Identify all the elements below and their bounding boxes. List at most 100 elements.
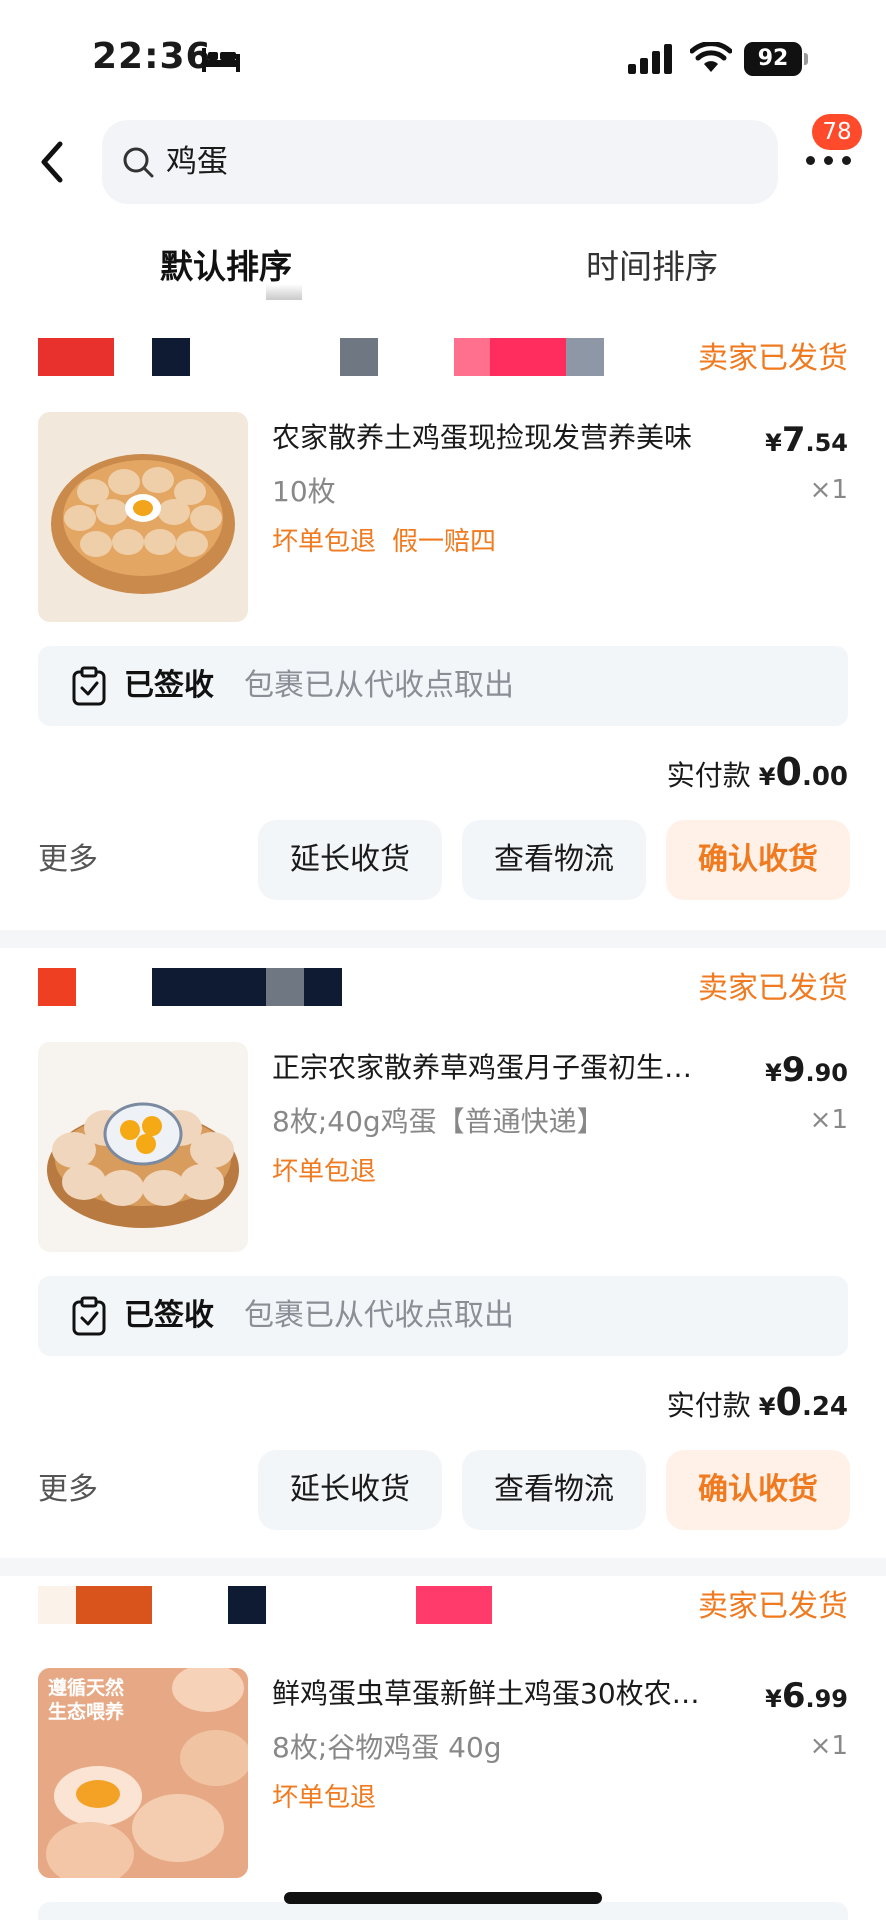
tag-return: 坏单包退	[272, 527, 377, 557]
egg-basket-illustration	[47, 1102, 239, 1228]
price-integer: 6	[781, 1676, 806, 1716]
product-image[interactable]: 遵循天然 生态喂养	[38, 1668, 248, 1878]
status-bar: 22:36 92	[0, 0, 886, 110]
redacted-block	[38, 1586, 76, 1624]
back-arrow-icon[interactable]	[30, 132, 74, 192]
status-time: 22:36	[92, 36, 212, 77]
search-icon	[123, 147, 154, 178]
price-integer: 9	[781, 1050, 806, 1090]
paid-currency: ¥	[758, 1393, 776, 1421]
order-separator	[0, 930, 886, 948]
extend-receipt-button[interactable]: 延长收货	[258, 1450, 442, 1530]
service-tags: 坏单包退	[272, 1152, 392, 1192]
wifi-icon	[690, 42, 732, 72]
more-dot-icon	[806, 156, 815, 165]
logistics-state: 已签收	[124, 1298, 214, 1333]
redacted-block	[266, 968, 304, 1006]
paid-decimal: .00	[801, 762, 848, 792]
redacted-block	[152, 968, 266, 1006]
product-title[interactable]: 正宗农家散养草鸡蛋月子蛋初生…	[272, 1048, 732, 1088]
product-price: ¥9.90	[765, 1050, 848, 1090]
product-spec: 10枚	[272, 475, 336, 508]
redacted-block	[454, 338, 490, 376]
paid-label: 实付款	[666, 759, 751, 792]
product-quantity: ×1	[809, 1105, 848, 1135]
view-logistics-button[interactable]: 查看物流	[462, 1450, 646, 1530]
logistics-bar[interactable]: 已签收 包裹已从代收点取出	[38, 646, 848, 726]
paid-integer: 0	[775, 1380, 802, 1424]
more-dot-icon	[842, 156, 851, 165]
service-tags: 坏单包退	[272, 1778, 392, 1818]
paid-integer: 0	[775, 750, 802, 794]
price-decimal: .54	[805, 429, 848, 457]
order-status: 卖家已发货	[698, 1589, 848, 1624]
logistics-bar[interactable]: 已签收 包裹已从代收点取出	[38, 1276, 848, 1356]
sleep-mode-icon	[202, 48, 240, 72]
redacted-block	[416, 1586, 492, 1624]
product-quantity: ×1	[809, 1731, 848, 1761]
order-card[interactable]: 卖家已发货 遵循天然 生态喂养 鲜鸡蛋虫草蛋新鲜土鸡蛋30枚农… ¥6.99 8…	[0, 1586, 886, 1920]
price-integer: 7	[781, 420, 806, 460]
redacted-block	[38, 338, 114, 376]
clipboard-check-icon	[72, 1296, 106, 1336]
active-tab-indicator	[266, 284, 302, 300]
tag-return: 坏单包退	[272, 1157, 377, 1187]
redacted-block	[38, 968, 76, 1006]
extend-receipt-button[interactable]: 延长收货	[258, 820, 442, 900]
battery-level: 92	[744, 42, 802, 76]
logistics-state: 已签收	[124, 668, 214, 703]
price-currency: ¥	[765, 1685, 782, 1713]
tag-return: 坏单包退	[272, 1783, 377, 1813]
message-count-badge: 78	[812, 114, 862, 150]
order-card[interactable]: 卖家已发货 农家散养土鸡蛋现捡现发营养美味 ¥7.54 10枚 ×1 坏单包退假…	[0, 338, 886, 938]
redacted-block	[490, 338, 566, 376]
product-image[interactable]	[38, 1042, 248, 1252]
battery-indicator: 92	[744, 42, 808, 76]
paid-currency: ¥	[758, 763, 776, 791]
redacted-block	[76, 1586, 152, 1624]
confirm-receipt-button[interactable]: 确认收货	[666, 820, 850, 900]
search-input[interactable]: 鸡蛋	[102, 120, 778, 204]
paid-amount: 实付款 ¥0.00	[667, 750, 848, 799]
more-actions-link[interactable]: 更多	[38, 838, 98, 882]
cellular-signal-icon	[628, 44, 672, 74]
product-title[interactable]: 农家散养土鸡蛋现捡现发营养美味	[272, 418, 732, 458]
order-card[interactable]: 卖家已发货 正宗农家散养草鸡蛋月子蛋初生… ¥9.90 8枚;40g鸡蛋【普通快…	[0, 968, 886, 1568]
clipboard-check-icon	[72, 666, 106, 706]
redacted-block	[304, 968, 342, 1006]
product-title[interactable]: 鲜鸡蛋虫草蛋新鲜土鸡蛋30枚农…	[272, 1674, 732, 1714]
more-actions-link[interactable]: 更多	[38, 1468, 98, 1512]
order-separator	[0, 1558, 886, 1576]
promo-text: 遵循天然 生态喂养	[48, 1676, 124, 1724]
price-decimal: .90	[805, 1059, 848, 1087]
promo-line: 生态喂养	[48, 1701, 125, 1723]
service-tags: 坏单包退 假一赔四	[272, 522, 512, 562]
product-spec: 8枚;40g鸡蛋【普通快递】	[272, 1105, 605, 1138]
search-query: 鸡蛋	[166, 144, 228, 180]
logistics-desc: 包裹已从代收点取出	[244, 668, 514, 703]
home-indicator[interactable]	[284, 1892, 602, 1904]
redacted-block	[152, 338, 190, 376]
paid-label: 实付款	[666, 1389, 751, 1422]
tab-time-sort[interactable]: 时间排序	[586, 244, 718, 290]
shop-name-redacted[interactable]	[38, 338, 658, 376]
order-status: 卖家已发货	[698, 341, 848, 376]
battery-tip	[804, 53, 808, 65]
more-dot-icon	[824, 156, 833, 165]
product-spec: 8枚;谷物鸡蛋 40g	[272, 1731, 502, 1764]
logistics-desc: 包裹已从代收点取出	[244, 1298, 514, 1333]
shop-name-redacted[interactable]	[38, 1586, 658, 1624]
redacted-block	[566, 338, 604, 376]
price-currency: ¥	[765, 429, 782, 457]
shop-name-redacted[interactable]	[38, 968, 658, 1006]
logistics-bar[interactable]	[38, 1902, 848, 1920]
order-status: 卖家已发货	[698, 971, 848, 1006]
view-logistics-button[interactable]: 查看物流	[462, 820, 646, 900]
tag-fake-compensation: 假一赔四	[392, 527, 497, 557]
more-menu-button[interactable]	[806, 150, 856, 170]
price-decimal: .99	[805, 1685, 848, 1713]
product-price: ¥6.99	[765, 1676, 848, 1716]
confirm-receipt-button[interactable]: 确认收货	[666, 1450, 850, 1530]
product-image[interactable]	[38, 412, 248, 622]
egg-basket-illustration	[51, 454, 235, 594]
